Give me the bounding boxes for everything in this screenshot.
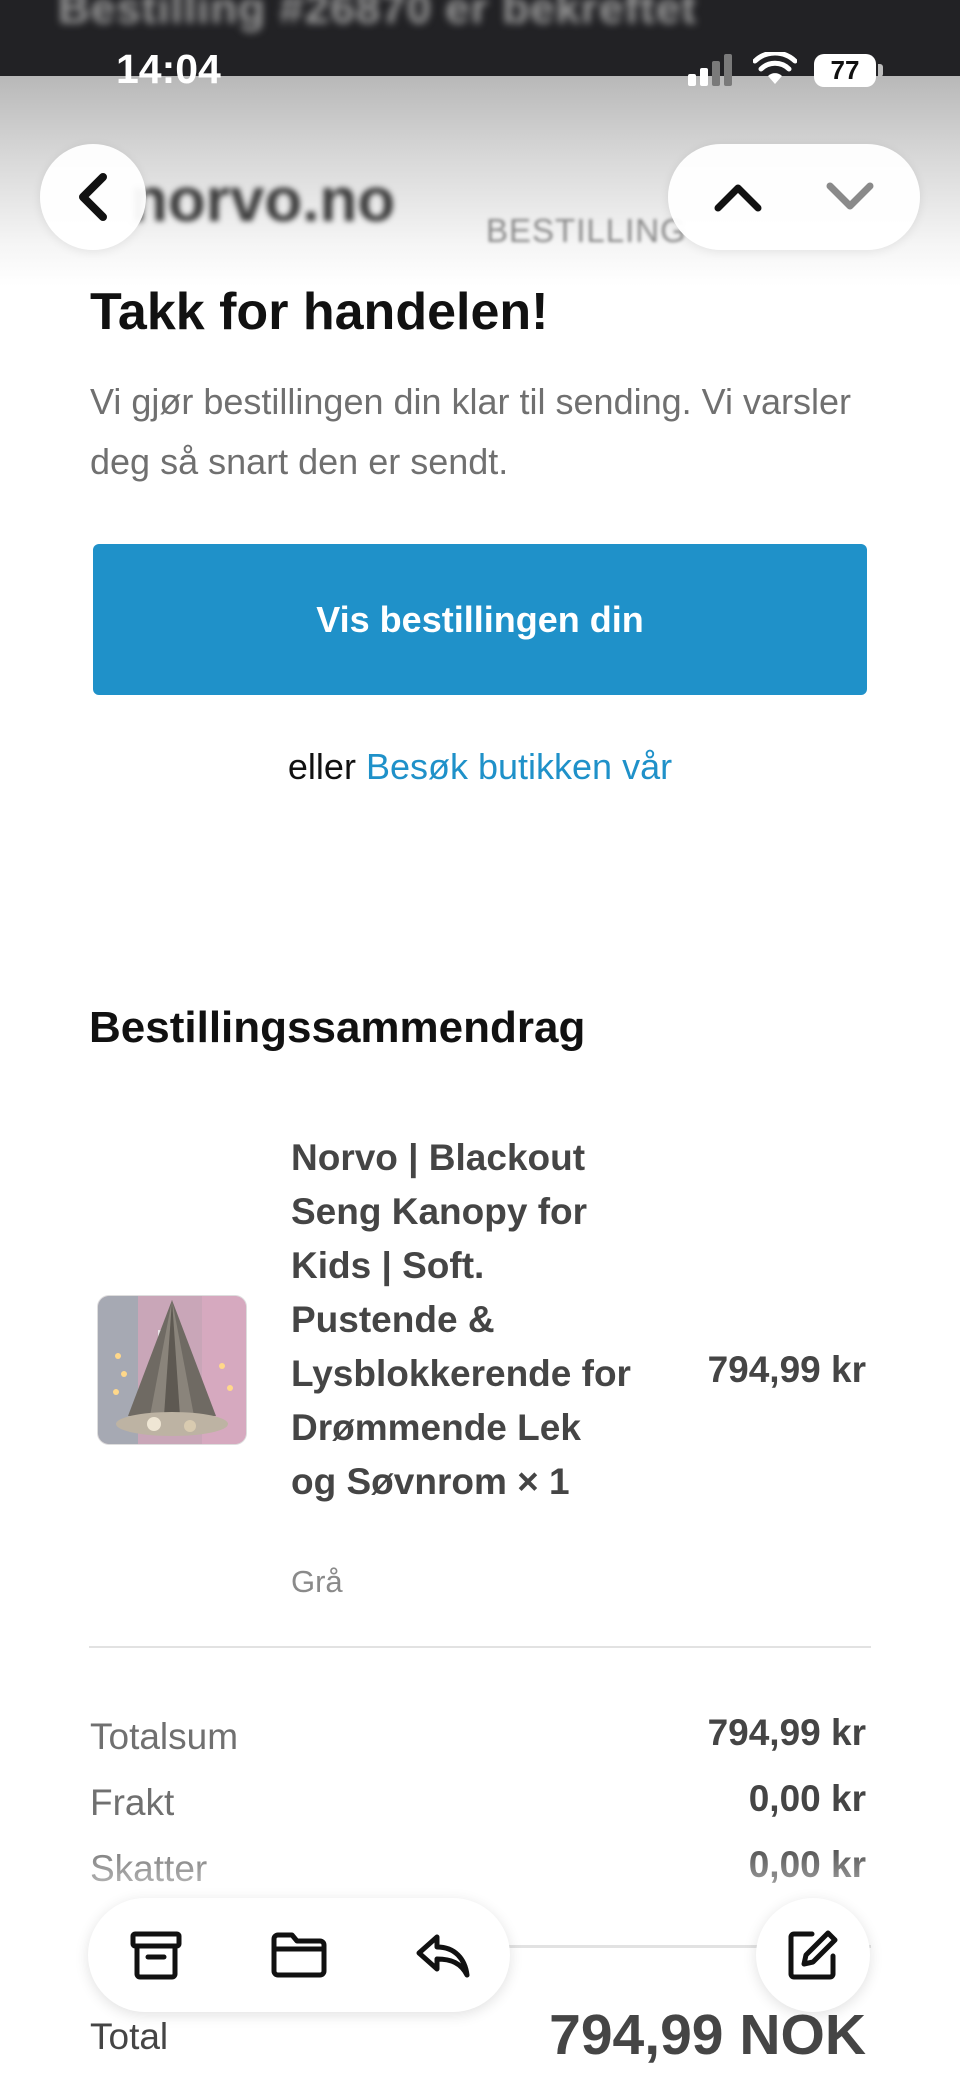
message-navigation [668,144,920,250]
cellular-signal-icon [688,54,732,86]
intro-text: Vi gjør bestillingen din klar til sendin… [90,381,852,482]
canopy-image [98,1296,246,1444]
compose-icon [788,1930,838,1980]
battery-indicator: 77 [814,54,876,87]
taxes-label: Skatter [90,1848,208,1889]
product-price: 794,99 kr [707,1349,866,1390]
subtotal-value: 794,99 kr [707,1712,866,1753]
shipping-value: 0,00 kr [748,1778,866,1819]
product-variant: Grå [291,1564,343,1599]
mail-toolbar [88,1898,510,2012]
next-message-button[interactable] [820,172,880,222]
compose-button[interactable] [756,1898,870,2012]
total-label: Total [90,2016,169,2057]
archive-icon [130,1931,182,1980]
visit-store-line: eller Besøk butikken vår [0,746,960,788]
product-thumbnail [97,1295,247,1445]
blurred-order-label: BESTILLING [486,212,687,249]
product-name: Norvo | Blackout Seng Kanopy for Kids | … [291,1137,631,1502]
move-to-folder-button[interactable] [269,1925,329,1985]
view-order-button[interactable]: Vis bestillingen din [93,544,867,695]
chevron-up-icon [714,184,762,212]
folder-icon [271,1932,327,1978]
summary-divider [89,1646,871,1648]
order-summary-heading: Bestillingssammendrag [89,1003,586,1052]
shipping-label: Frakt [90,1782,175,1823]
reply-icon [416,1934,470,1978]
blurred-logo: norvo.no [130,166,396,235]
visit-store-link[interactable]: Besøk butikken vår [366,746,672,787]
or-text: eller [287,746,356,787]
archive-button[interactable] [126,1925,186,1985]
total-value: 794,99 NOK [549,2003,866,2067]
taxes-value: 0,00 kr [748,1844,866,1885]
wifi-icon [753,52,797,84]
reply-button[interactable] [412,1925,472,1985]
chevron-down-icon [826,182,874,210]
status-time: 14:04 [116,46,221,92]
back-button[interactable] [40,144,146,250]
battery-tip [878,64,883,77]
subtotal-label: Totalsum [90,1716,239,1757]
blurred-subject: Bestilling #26870 er bekreftet [58,0,697,33]
previous-message-button[interactable] [708,172,768,222]
thanks-heading: Takk for handelen! [90,283,549,341]
chevron-left-icon [79,173,107,221]
